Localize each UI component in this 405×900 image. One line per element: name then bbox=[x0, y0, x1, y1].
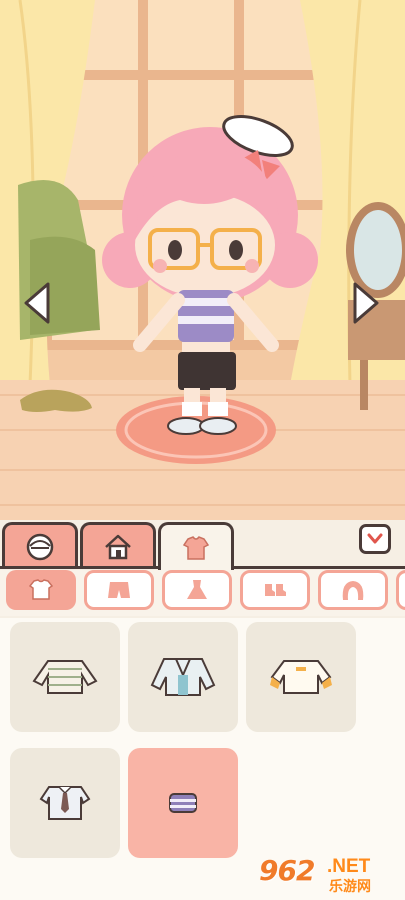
item-collared-shirt-tie[interactable] bbox=[10, 748, 120, 858]
site-watermark: 962 .NET 乐游网 bbox=[259, 852, 399, 896]
face-icon bbox=[26, 533, 54, 560]
subcat-hair[interactable] bbox=[318, 570, 388, 610]
tab-home[interactable] bbox=[80, 522, 156, 568]
striped-sweater-icon bbox=[32, 660, 98, 694]
collapse-panel-button[interactable] bbox=[359, 524, 391, 554]
wardrobe-panel: 962 .NET 乐游网 bbox=[0, 520, 405, 900]
collared-shirt-tie-icon bbox=[39, 786, 91, 820]
subcat-more[interactable] bbox=[396, 570, 405, 610]
dress-icon bbox=[187, 580, 207, 599]
dressup-scene bbox=[0, 0, 405, 520]
watermark-site-name: 乐游网 bbox=[329, 879, 371, 895]
subcategory-bar bbox=[0, 570, 405, 616]
item-crop-top[interactable] bbox=[128, 748, 238, 858]
tab-face[interactable] bbox=[2, 522, 78, 568]
watermark-suffix: .NET bbox=[327, 856, 371, 877]
chevron-down-icon bbox=[367, 533, 383, 544]
subcat-tops[interactable] bbox=[6, 570, 76, 610]
arrow-left-icon bbox=[24, 282, 50, 324]
shorts-icon bbox=[108, 582, 130, 598]
crop-top-icon bbox=[169, 793, 197, 813]
item-striped-sweater[interactable] bbox=[10, 622, 120, 732]
tab-clothes[interactable] bbox=[158, 522, 234, 570]
arrow-right-icon bbox=[353, 282, 379, 324]
subcat-dresses[interactable] bbox=[162, 570, 232, 610]
watermark-number: 962 bbox=[259, 854, 315, 887]
subcat-shoes[interactable] bbox=[240, 570, 310, 610]
top-icon bbox=[28, 579, 54, 600]
open-jacket-icon bbox=[150, 658, 216, 696]
previous-arrow-button[interactable] bbox=[20, 280, 54, 326]
item-open-jacket[interactable] bbox=[128, 622, 238, 732]
house-icon bbox=[105, 534, 131, 559]
sweatshirt-icon bbox=[270, 660, 332, 694]
subcat-bottoms[interactable] bbox=[84, 570, 154, 610]
next-arrow-button[interactable] bbox=[349, 280, 383, 326]
hair-icon bbox=[342, 581, 364, 600]
shoes-icon bbox=[265, 584, 286, 596]
item-sweatshirt[interactable] bbox=[246, 622, 356, 732]
category-tabs bbox=[0, 520, 405, 570]
room-background bbox=[0, 0, 405, 520]
shirt-icon bbox=[182, 535, 210, 560]
